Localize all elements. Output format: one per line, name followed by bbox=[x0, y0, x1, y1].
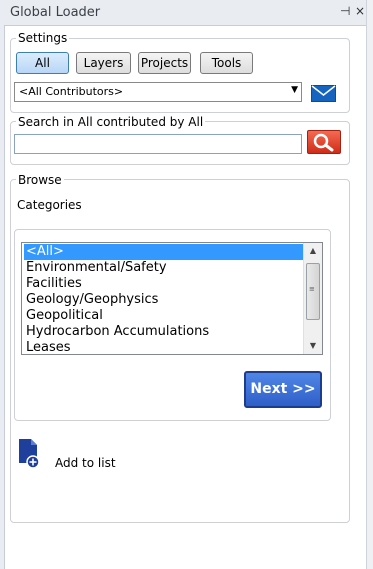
list-item[interactable]: Hydrocarbon Accumulations bbox=[24, 324, 304, 340]
add-to-list-label[interactable]: Add to list bbox=[55, 456, 116, 470]
panel-left-edge bbox=[0, 0, 5, 569]
search-legend: Search in All contributed by All bbox=[16, 115, 206, 129]
chevron-down-icon: ▼ bbox=[291, 85, 298, 95]
categories-label: Categories bbox=[17, 198, 82, 212]
document-add-icon[interactable] bbox=[18, 438, 40, 468]
window-titlebar[interactable]: Global Loader ⊣ × bbox=[4, 0, 366, 26]
list-scrollbar[interactable]: ▲ ≡ ▼ bbox=[303, 243, 322, 354]
next-button[interactable]: Next >> bbox=[244, 371, 322, 408]
settings-legend: Settings bbox=[16, 31, 70, 45]
filter-tools-button[interactable]: Tools bbox=[200, 52, 253, 74]
search-icon bbox=[313, 133, 334, 152]
scroll-up-icon[interactable]: ▲ bbox=[304, 243, 322, 259]
search-input[interactable] bbox=[14, 134, 302, 154]
list-item[interactable]: Geopolitical bbox=[24, 308, 304, 324]
categories-listbox[interactable]: <All> Environmental/Safety Facilities Ge… bbox=[21, 242, 323, 355]
close-icon[interactable]: × bbox=[355, 4, 365, 18]
filter-all-button[interactable]: All bbox=[16, 52, 69, 74]
list-item[interactable]: Environmental/Safety bbox=[24, 260, 304, 276]
list-item[interactable]: Facilities bbox=[24, 276, 304, 292]
search-button[interactable] bbox=[307, 130, 341, 154]
pin-icon[interactable]: ⊣ bbox=[340, 4, 350, 18]
contributor-dropdown[interactable]: <All Contributors> ▼ bbox=[14, 82, 302, 102]
browse-legend: Browse bbox=[16, 173, 64, 187]
list-item[interactable]: <All> bbox=[24, 244, 304, 260]
filter-layers-button[interactable]: Layers bbox=[76, 52, 131, 74]
contributor-dropdown-value: <All Contributors> bbox=[19, 85, 124, 98]
filter-projects-button[interactable]: Projects bbox=[138, 52, 191, 74]
panel-right-edge bbox=[366, 0, 373, 569]
list-item[interactable]: Leases bbox=[24, 340, 304, 354]
list-item[interactable]: Geology/Geophysics bbox=[24, 292, 304, 308]
scroll-down-icon[interactable]: ▼ bbox=[304, 338, 322, 354]
window-title: Global Loader bbox=[10, 5, 101, 20]
scroll-thumb[interactable]: ≡ bbox=[306, 263, 320, 320]
grip-icon: ≡ bbox=[309, 285, 315, 293]
mail-icon[interactable] bbox=[311, 85, 336, 102]
